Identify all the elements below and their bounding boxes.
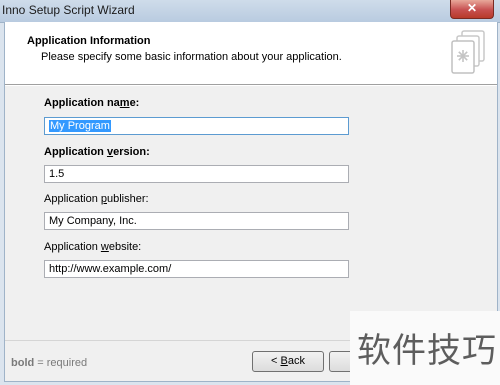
window-title: Inno Setup Script Wizard — [2, 3, 135, 17]
app-publisher-value: My Company, Inc. — [49, 215, 137, 227]
watermark: 软件技巧 — [350, 311, 500, 385]
app-version-value: 1.5 — [49, 168, 65, 180]
page-subtitle: Please specify some basic information ab… — [41, 51, 342, 63]
header-separator — [5, 84, 497, 86]
app-name-value: My Program — [49, 120, 111, 132]
back-button[interactable]: < Back — [252, 351, 324, 372]
app-name-label: Application name: — [44, 97, 140, 109]
header-panel: Application Information Please specify s… — [5, 22, 497, 84]
app-version-field[interactable]: 1.5 — [44, 165, 349, 183]
app-publisher-label: Application publisher: — [44, 193, 149, 205]
app-website-field[interactable]: http://www.example.com/ — [44, 260, 349, 278]
title-bar[interactable]: Inno Setup Script Wizard ✕ — [0, 0, 500, 23]
app-website-value: http://www.example.com/ — [49, 263, 172, 275]
required-legend: bold = required — [11, 357, 88, 369]
watermark-text: 软件技巧 — [357, 331, 497, 371]
app-name-field[interactable]: My Program — [44, 117, 349, 135]
wizard-page-icon — [451, 30, 485, 74]
page-title: Application Information — [27, 35, 151, 47]
close-icon: ✕ — [466, 1, 478, 15]
close-button[interactable]: ✕ — [450, 0, 494, 19]
app-website-label: Application website: — [44, 241, 142, 253]
app-publisher-field[interactable]: My Company, Inc. — [44, 212, 349, 230]
app-version-label: Application version: — [44, 146, 150, 158]
